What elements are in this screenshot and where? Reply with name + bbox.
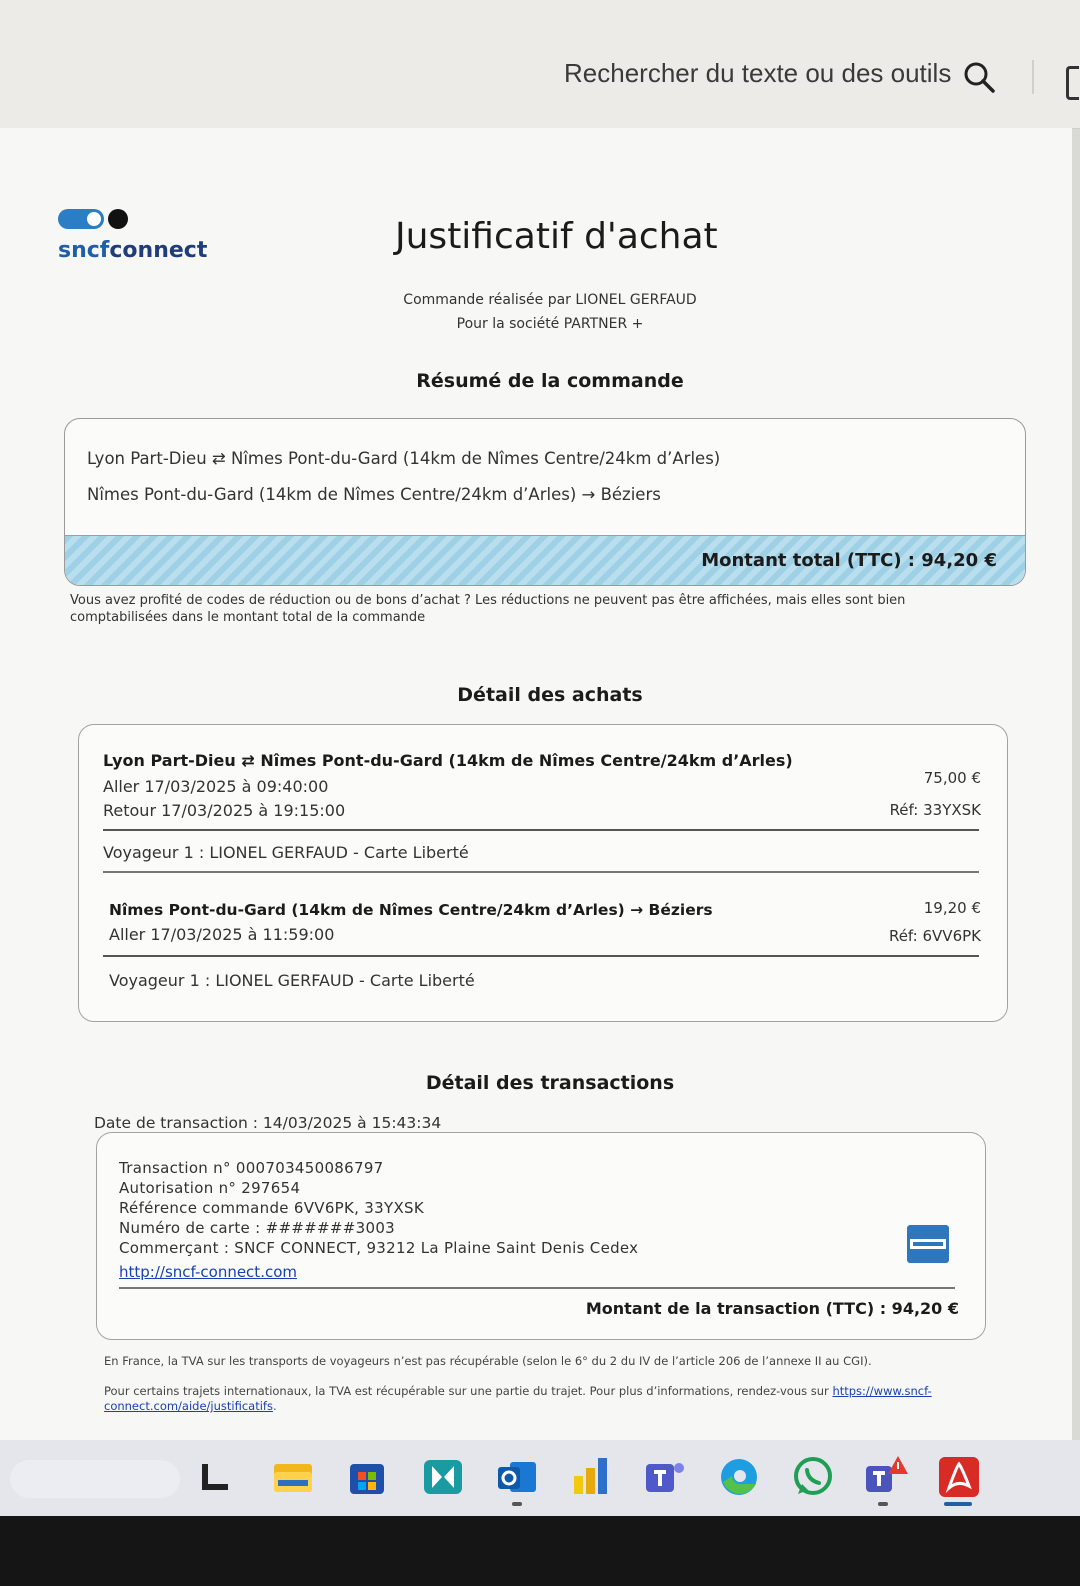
toolbar-divider xyxy=(1032,60,1034,94)
merchant-link[interactable]: http://sncf-connect.com xyxy=(119,1263,297,1281)
company-name: Pour la société PARTNER + xyxy=(456,316,644,332)
transaction-date: Date de transaction : 14/03/2025 à 15:43… xyxy=(94,1114,442,1132)
divider xyxy=(119,1287,955,1289)
card-number: Numéro de carte : #######3003 xyxy=(119,1219,396,1237)
transaction-number: Transaction n° 000703450086797 xyxy=(119,1159,384,1177)
purchase-traveler: Voyageur 1 : LIONEL GERFAUD - Carte Libe… xyxy=(109,971,475,990)
purchase-outbound: Aller 17/03/2025 à 09:40:00 xyxy=(103,777,329,796)
purchases-title: Détail des achats xyxy=(457,684,643,706)
ordered-by: Commande réalisée par LIONEL GERFAUD xyxy=(403,292,697,308)
document-title: Justificatif d'achat xyxy=(395,216,718,257)
order-reference: Référence commande 6VV6PK, 33YXSK xyxy=(119,1199,424,1217)
purchase-route: Nîmes Pont-du-Gard (14km de Nîmes Centre… xyxy=(109,901,713,919)
authorization-number: Autorisation n° 297654 xyxy=(119,1179,301,1197)
active-indicator xyxy=(944,1502,972,1506)
logo-sncf-text: sncf xyxy=(58,238,110,263)
sncf-connect-logo: sncfconnect xyxy=(58,208,208,268)
teams-icon[interactable] xyxy=(642,1454,688,1500)
outlook-icon[interactable] xyxy=(494,1454,540,1500)
transaction-total: Montant de la transaction (TTC) : 94,20 … xyxy=(585,1299,959,1318)
dynamics-icon[interactable] xyxy=(420,1454,466,1500)
reader-toolbar: Rechercher du texte ou des outils xyxy=(0,0,1080,129)
total-bar: Montant total (TTC) : 94,20 € xyxy=(65,535,1025,585)
divider xyxy=(103,871,979,873)
edge-icon[interactable] xyxy=(716,1454,762,1500)
summary-title: Résumé de la commande xyxy=(416,370,684,392)
merchant: Commerçant : SNCF CONNECT, 93212 La Plai… xyxy=(119,1239,639,1257)
vat-international-note: Pour certains trajets internationaux, la… xyxy=(104,1384,984,1414)
summary-route: Nîmes Pont-du-Gard (14km de Nîmes Centre… xyxy=(87,485,661,504)
logo-connect-text: connect xyxy=(109,238,208,263)
taskbar xyxy=(0,1440,1080,1516)
purchase-price: 75,00 € xyxy=(923,769,981,787)
purchase-return: Retour 17/03/2025 à 19:15:00 xyxy=(103,801,346,820)
purchase-traveler: Voyageur 1 : LIONEL GERFAUD - Carte Libe… xyxy=(103,843,469,862)
power-bi-icon[interactable] xyxy=(568,1454,614,1500)
purchase-route: Lyon Part-Dieu ⇄ Nîmes Pont-du-Gard (14k… xyxy=(103,751,793,770)
acrobat-icon[interactable] xyxy=(936,1454,982,1500)
running-indicator xyxy=(512,1502,522,1506)
purchase-outbound: Aller 17/03/2025 à 11:59:00 xyxy=(109,925,335,944)
purchase-ref: Réf: 6VV6PK xyxy=(888,927,981,945)
taskbar-search[interactable] xyxy=(10,1460,180,1498)
purchase-ref: Réf: 33YXSK xyxy=(889,801,981,819)
logo-mark-icon xyxy=(58,209,128,229)
panel-toggle-icon[interactable] xyxy=(1066,66,1079,100)
document-page: sncfconnect Justificatif d'achat Command… xyxy=(0,128,1072,1458)
divider xyxy=(103,955,979,957)
search-tools-field[interactable]: Rechercher du texte ou des outils xyxy=(564,58,951,89)
vat-note: En France, la TVA sur les transports de … xyxy=(104,1354,872,1368)
discount-note: Vous avez profité de codes de réduction … xyxy=(70,593,906,625)
teams-alert-icon[interactable] xyxy=(862,1454,908,1500)
task-view-icon[interactable] xyxy=(192,1454,238,1500)
running-indicator xyxy=(878,1502,888,1506)
summary-route: Lyon Part-Dieu ⇄ Nîmes Pont-du-Gard (14k… xyxy=(87,449,721,468)
purchases-box: Lyon Part-Dieu ⇄ Nîmes Pont-du-Gard (14k… xyxy=(78,724,1008,1022)
purchase-price: 19,20 € xyxy=(923,899,981,917)
amex-card-icon xyxy=(907,1225,949,1263)
order-total: Montant total (TTC) : 94,20 € xyxy=(701,550,997,571)
transaction-box: Transaction n° 000703450086797 Autorisat… xyxy=(96,1132,986,1340)
vat-note-end: . xyxy=(272,1399,277,1413)
vat-note-text: Pour certains trajets internationaux, la… xyxy=(104,1384,833,1398)
search-icon[interactable] xyxy=(962,60,996,94)
transactions-title: Détail des transactions xyxy=(425,1072,675,1094)
screen-bezel xyxy=(0,1516,1080,1586)
file-explorer-icon[interactable] xyxy=(270,1454,316,1500)
microsoft-store-icon[interactable] xyxy=(344,1454,390,1500)
whatsapp-icon[interactable] xyxy=(790,1454,836,1500)
divider xyxy=(103,829,979,831)
order-summary-box: Lyon Part-Dieu ⇄ Nîmes Pont-du-Gard (14k… xyxy=(64,418,1026,586)
